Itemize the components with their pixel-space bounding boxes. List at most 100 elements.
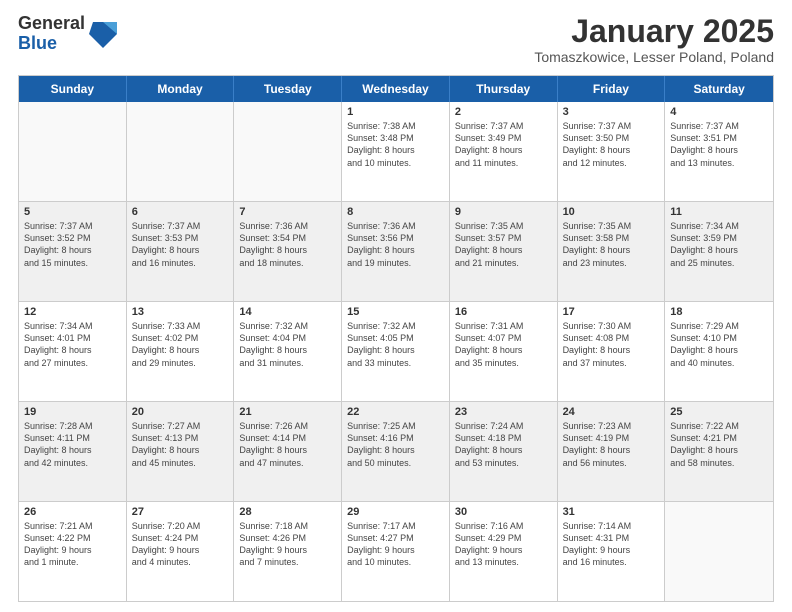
logo: General Blue — [18, 14, 117, 54]
day-cell-19: 19Sunrise: 7:28 AM Sunset: 4:11 PM Dayli… — [19, 402, 127, 501]
day-cell-16: 16 Sunrise: 7:31 AM Sunset: 4:07 PM Dayli… — [450, 302, 558, 401]
day-info: Sunrise: 7:32 AM Sunset: 4:04 PM Dayligh… — [239, 320, 336, 369]
calendar-body: 1Sunrise: 7:38 AM Sunset: 3:48 PM Daylig… — [19, 102, 773, 601]
day-cell-13: 13Sunrise: 7:33 AM Sunset: 4:02 PM Dayli… — [127, 302, 235, 401]
day-cell-28: 28 Sunrise: 7:18 AM Sunset: 4:26 PM Dayli… — [234, 502, 342, 601]
day-info: Sunrise: 7:34 AM Sunset: 3:59 PM Dayligh… — [670, 220, 768, 269]
day-info: Sunrise: 7:17 AM Sunset: 4:27 PM Dayligh… — [347, 520, 444, 569]
day-number: 2 — [455, 106, 552, 118]
day-cell-30: 30 Sunrise: 7:16 AM Sunset: 4:29 PM Dayli… — [450, 502, 558, 601]
day-cell-11: 11 Sunrise: 7:34 AM Sunset: 3:59 PM Dayli… — [665, 202, 773, 301]
day-number: 25 — [670, 406, 768, 418]
day-number: 9 — [455, 206, 552, 218]
day-info: Sunrise: 7:33 AM Sunset: 4:02 PM Dayligh… — [132, 320, 229, 369]
day-info: Sunrise: 7:21 AM Sunset: 4:22 PM Dayligh… — [24, 520, 121, 569]
day-number: 17 — [563, 306, 660, 318]
day-info: Sunrise: 7:27 AM Sunset: 4:13 PM Dayligh… — [132, 420, 229, 469]
day-header-wednesday: Wednesday — [342, 76, 450, 102]
day-info: Sunrise: 7:24 AM Sunset: 4:18 PM Dayligh… — [455, 420, 552, 469]
title-area: January 2025 Tomaszkowice, Lesser Poland… — [534, 14, 774, 65]
day-cell-6: 6Sunrise: 7:37 AM Sunset: 3:53 PM Daylig… — [127, 202, 235, 301]
calendar-header: SundayMondayTuesdayWednesdayThursdayFrid… — [19, 76, 773, 102]
day-cell-12: 12 Sunrise: 7:34 AM Sunset: 4:01 PM Dayli… — [19, 302, 127, 401]
day-cell-10: 10 Sunrise: 7:35 AM Sunset: 3:58 PM Dayli… — [558, 202, 666, 301]
day-cell-17: 17 Sunrise: 7:30 AM Sunset: 4:08 PM Dayli… — [558, 302, 666, 401]
day-number: 10 — [563, 206, 660, 218]
day-info: Sunrise: 7:25 AM Sunset: 4:16 PM Dayligh… — [347, 420, 444, 469]
header: General Blue January 2025 Tomaszkowice, … — [18, 14, 774, 65]
day-info: Sunrise: 7:35 AM Sunset: 3:57 PM Dayligh… — [455, 220, 552, 269]
page: General Blue January 2025 Tomaszkowice, … — [0, 0, 792, 612]
calendar-week-4: 19Sunrise: 7:28 AM Sunset: 4:11 PM Dayli… — [19, 401, 773, 501]
day-info: Sunrise: 7:34 AM Sunset: 4:01 PM Dayligh… — [24, 320, 121, 369]
day-number: 11 — [670, 206, 768, 218]
day-cell-31: 31 Sunrise: 7:14 AM Sunset: 4:31 PM Dayli… — [558, 502, 666, 601]
day-number: 20 — [132, 406, 229, 418]
day-cell-24: 24Sunrise: 7:23 AM Sunset: 4:19 PM Dayli… — [558, 402, 666, 501]
logo-icon — [89, 18, 117, 50]
day-header-friday: Friday — [558, 76, 666, 102]
day-number: 23 — [455, 406, 552, 418]
day-cell-8: 8Sunrise: 7:36 AM Sunset: 3:56 PM Daylig… — [342, 202, 450, 301]
day-info: Sunrise: 7:20 AM Sunset: 4:24 PM Dayligh… — [132, 520, 229, 569]
day-cell-20: 20 Sunrise: 7:27 AM Sunset: 4:13 PM Dayli… — [127, 402, 235, 501]
day-cell-15: 15 Sunrise: 7:32 AM Sunset: 4:05 PM Dayli… — [342, 302, 450, 401]
day-cell-21: 21 Sunrise: 7:26 AM Sunset: 4:14 PM Dayli… — [234, 402, 342, 501]
day-cell-25: 25 Sunrise: 7:22 AM Sunset: 4:21 PM Dayli… — [665, 402, 773, 501]
day-number: 30 — [455, 506, 552, 518]
day-number: 31 — [563, 506, 660, 518]
day-number: 16 — [455, 306, 552, 318]
day-info: Sunrise: 7:18 AM Sunset: 4:26 PM Dayligh… — [239, 520, 336, 569]
day-number: 24 — [563, 406, 660, 418]
day-info: Sunrise: 7:37 AM Sunset: 3:52 PM Dayligh… — [24, 220, 121, 269]
day-info: Sunrise: 7:31 AM Sunset: 4:07 PM Dayligh… — [455, 320, 552, 369]
logo-general: General — [18, 14, 85, 34]
day-number: 4 — [670, 106, 768, 118]
day-cell-3: 3 Sunrise: 7:37 AM Sunset: 3:50 PM Daylig… — [558, 102, 666, 201]
day-info: Sunrise: 7:26 AM Sunset: 4:14 PM Dayligh… — [239, 420, 336, 469]
day-cell-2: 2Sunrise: 7:37 AM Sunset: 3:49 PM Daylig… — [450, 102, 558, 201]
day-info: Sunrise: 7:28 AM Sunset: 4:11 PM Dayligh… — [24, 420, 121, 469]
day-number: 8 — [347, 206, 444, 218]
day-cell-22: 22Sunrise: 7:25 AM Sunset: 4:16 PM Dayli… — [342, 402, 450, 501]
day-cell-14: 14Sunrise: 7:32 AM Sunset: 4:04 PM Dayli… — [234, 302, 342, 401]
day-info: Sunrise: 7:32 AM Sunset: 4:05 PM Dayligh… — [347, 320, 444, 369]
day-cell-1: 1Sunrise: 7:38 AM Sunset: 3:48 PM Daylig… — [342, 102, 450, 201]
day-header-sunday: Sunday — [19, 76, 127, 102]
calendar-week-5: 26 Sunrise: 7:21 AM Sunset: 4:22 PM Dayli… — [19, 501, 773, 601]
day-info: Sunrise: 7:37 AM Sunset: 3:53 PM Dayligh… — [132, 220, 229, 269]
day-number: 29 — [347, 506, 444, 518]
day-header-monday: Monday — [127, 76, 235, 102]
day-number: 18 — [670, 306, 768, 318]
day-number: 26 — [24, 506, 121, 518]
day-info: Sunrise: 7:36 AM Sunset: 3:54 PM Dayligh… — [239, 220, 336, 269]
day-info: Sunrise: 7:22 AM Sunset: 4:21 PM Dayligh… — [670, 420, 768, 469]
day-info: Sunrise: 7:29 AM Sunset: 4:10 PM Dayligh… — [670, 320, 768, 369]
calendar-title: January 2025 — [534, 14, 774, 49]
calendar-week-2: 5Sunrise: 7:37 AM Sunset: 3:52 PM Daylig… — [19, 201, 773, 301]
day-number: 3 — [563, 106, 660, 118]
empty-cell — [19, 102, 127, 201]
day-cell-26: 26 Sunrise: 7:21 AM Sunset: 4:22 PM Dayli… — [19, 502, 127, 601]
day-info: Sunrise: 7:35 AM Sunset: 3:58 PM Dayligh… — [563, 220, 660, 269]
day-cell-9: 9 Sunrise: 7:35 AM Sunset: 3:57 PM Daylig… — [450, 202, 558, 301]
day-info: Sunrise: 7:37 AM Sunset: 3:50 PM Dayligh… — [563, 120, 660, 169]
day-number: 15 — [347, 306, 444, 318]
day-info: Sunrise: 7:16 AM Sunset: 4:29 PM Dayligh… — [455, 520, 552, 569]
day-number: 27 — [132, 506, 229, 518]
day-number: 21 — [239, 406, 336, 418]
day-number: 12 — [24, 306, 121, 318]
day-cell-27: 27 Sunrise: 7:20 AM Sunset: 4:24 PM Dayli… — [127, 502, 235, 601]
logo-blue: Blue — [18, 34, 85, 54]
day-info: Sunrise: 7:14 AM Sunset: 4:31 PM Dayligh… — [563, 520, 660, 569]
day-cell-4: 4Sunrise: 7:37 AM Sunset: 3:51 PM Daylig… — [665, 102, 773, 201]
day-cell-18: 18 Sunrise: 7:29 AM Sunset: 4:10 PM Dayli… — [665, 302, 773, 401]
logo-text: General Blue — [18, 14, 85, 54]
day-cell-7: 7Sunrise: 7:36 AM Sunset: 3:54 PM Daylig… — [234, 202, 342, 301]
day-cell-5: 5Sunrise: 7:37 AM Sunset: 3:52 PM Daylig… — [19, 202, 127, 301]
day-header-saturday: Saturday — [665, 76, 773, 102]
day-number: 28 — [239, 506, 336, 518]
empty-cell — [665, 502, 773, 601]
day-header-tuesday: Tuesday — [234, 76, 342, 102]
day-info: Sunrise: 7:30 AM Sunset: 4:08 PM Dayligh… — [563, 320, 660, 369]
